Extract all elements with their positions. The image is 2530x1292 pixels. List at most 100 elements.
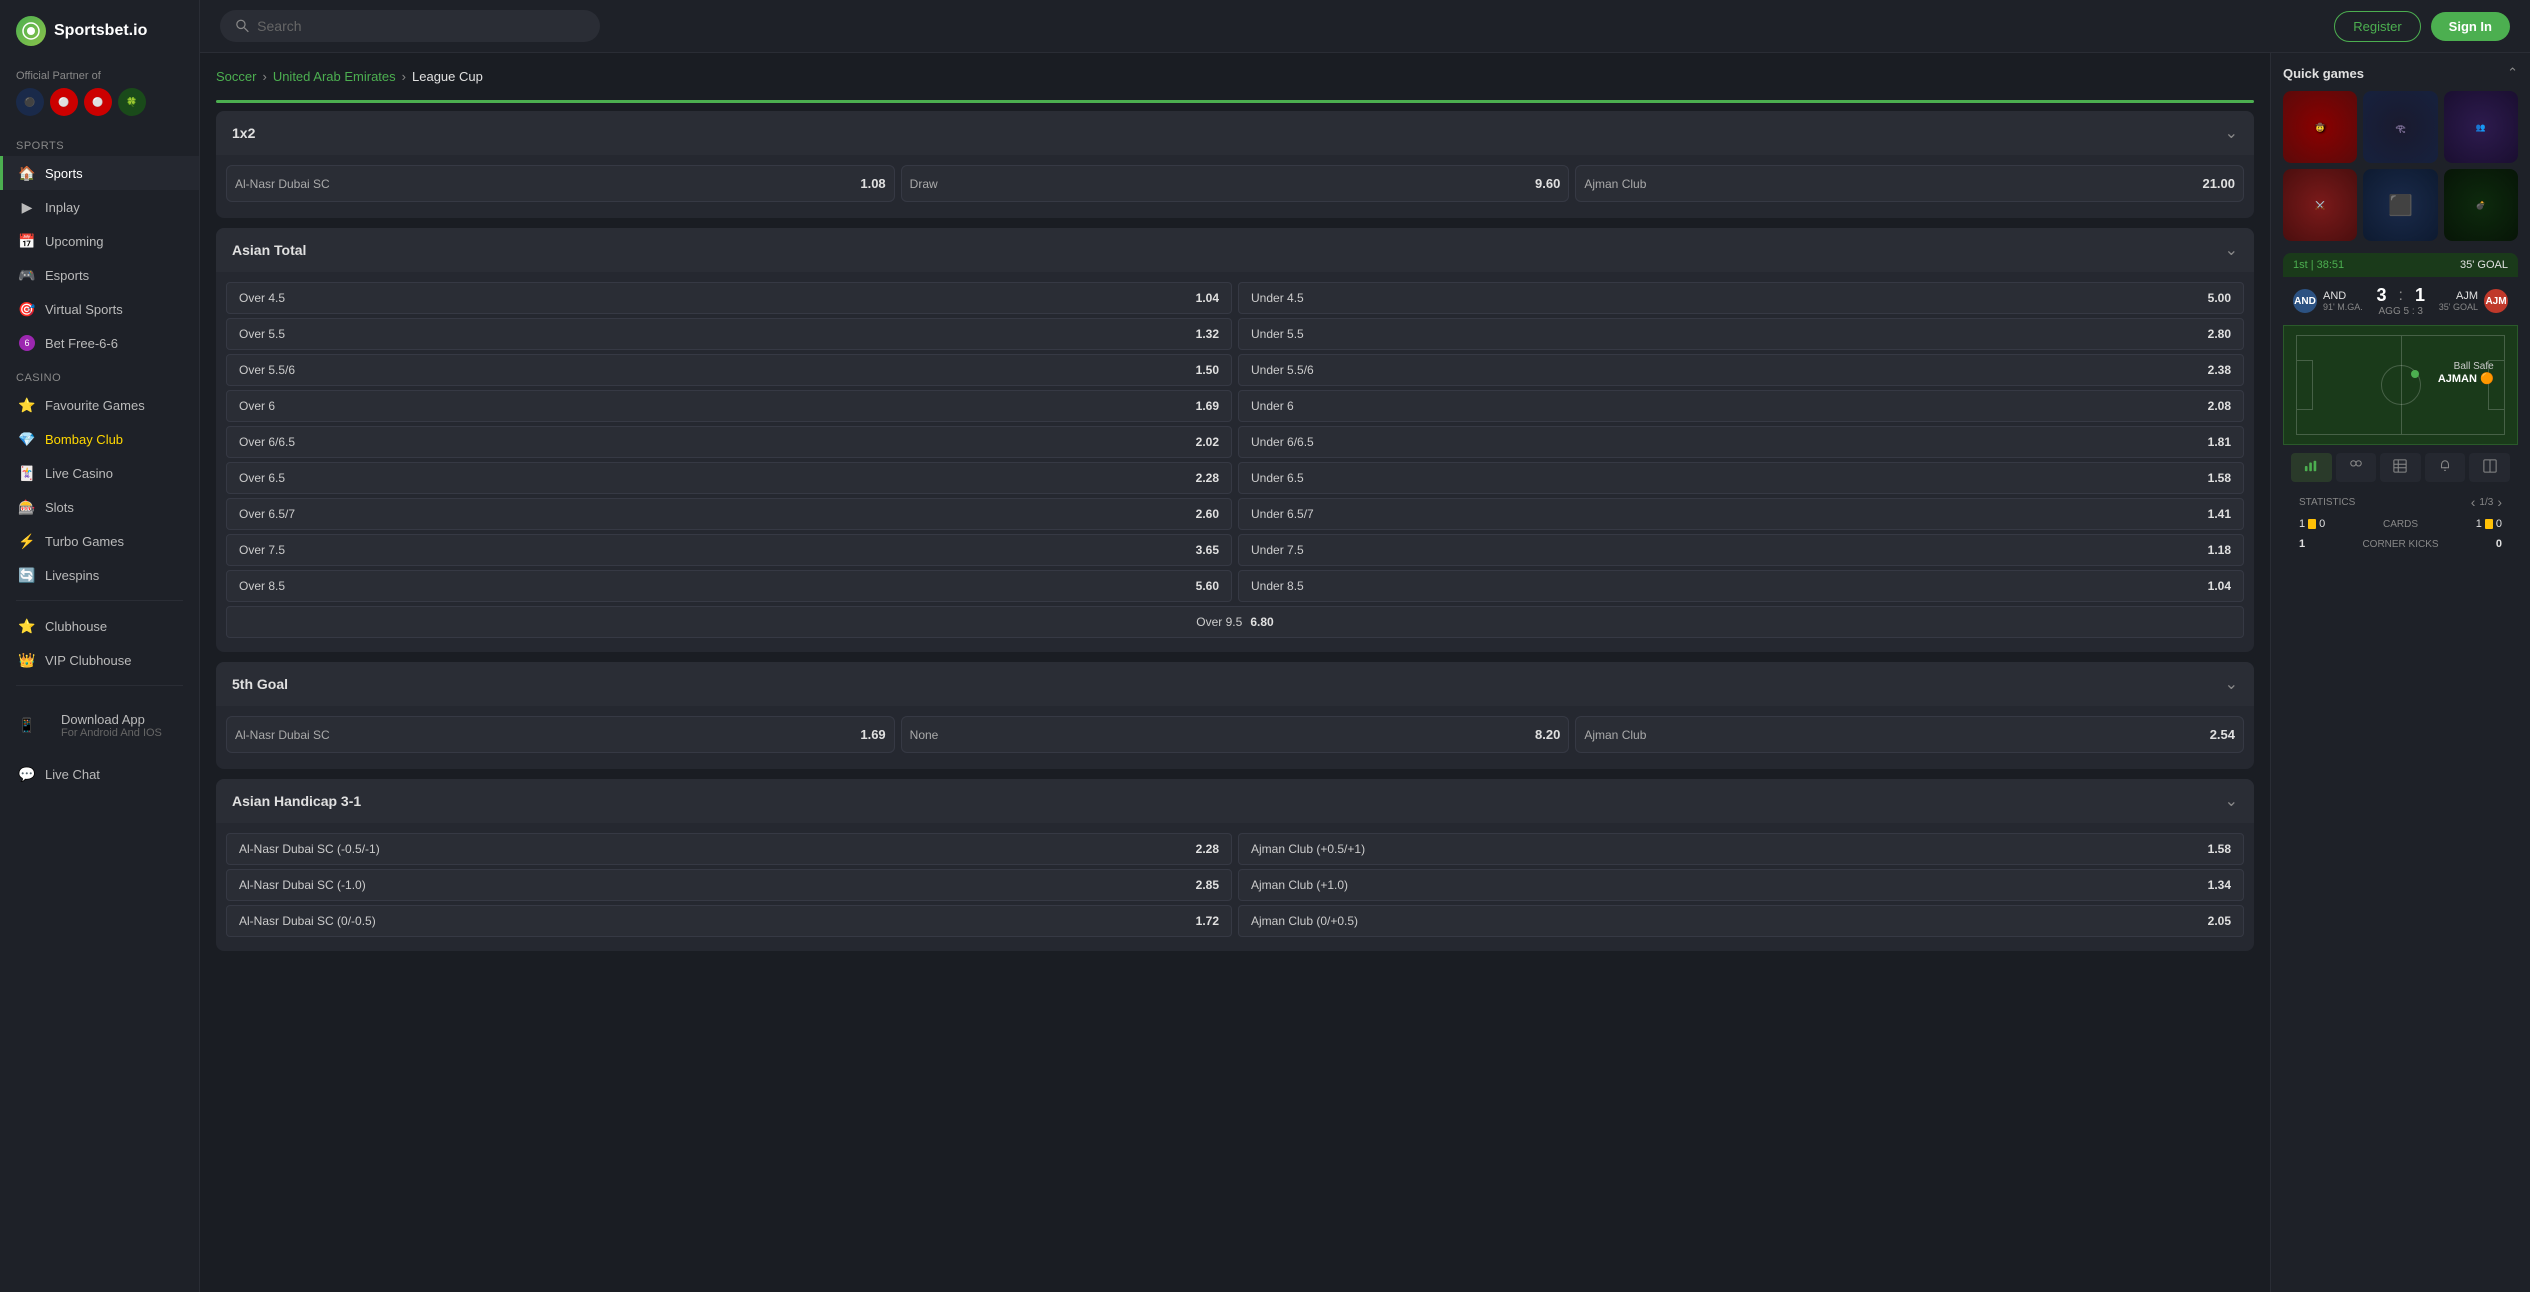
- sidebar-item-virtual[interactable]: 🎯 Virtual Sports: [0, 292, 199, 326]
- live-match-card: 1st | 38:51 35' GOAL AND AND 91' M.GA.: [2283, 253, 2518, 562]
- team2-info: AJM AJM 35' GOAL: [2439, 289, 2508, 313]
- stats-tab-teams[interactable]: [2336, 453, 2377, 482]
- stats-next-button[interactable]: ›: [2497, 494, 2502, 510]
- logo-container[interactable]: Sportsbet.io: [0, 16, 199, 62]
- game-crew[interactable]: 👥: [2444, 91, 2518, 163]
- sidebar-item-livechat[interactable]: 💬 Live Chat: [0, 757, 199, 791]
- bet-5th-none[interactable]: None 8.20: [901, 716, 1570, 753]
- section-asian-handicap-title: Asian Handicap 3-1: [232, 793, 361, 809]
- bet-draw[interactable]: Draw 9.60: [901, 165, 1570, 202]
- game-cubes[interactable]: ⬛: [2363, 169, 2437, 241]
- sidebar-item-livecasino[interactable]: 🃏 Live Casino: [0, 456, 199, 490]
- slots-icon: 🎰: [19, 499, 35, 515]
- bet-5th-away[interactable]: Ajman Club 2.54: [1575, 716, 2244, 753]
- handicap-away-1[interactable]: Ajman Club (+0.5/+1) 1.58: [1238, 833, 2244, 865]
- sidebar-item-betfree[interactable]: 6 Bet Free-6-6: [0, 326, 199, 360]
- sidebar-clubhouse-label: Clubhouse: [45, 619, 107, 634]
- game-gladiator[interactable]: ⚔️: [2283, 169, 2357, 241]
- header-actions: Register Sign In: [2334, 11, 2510, 42]
- team1-cards: 1 0: [2299, 518, 2325, 530]
- sidebar-item-livespins[interactable]: 🔄 Livespins: [0, 558, 199, 592]
- register-button[interactable]: Register: [2334, 11, 2420, 42]
- game-anubis[interactable]: 𓂀: [2363, 91, 2437, 163]
- section-asian-total-header[interactable]: Asian Total ⌄: [216, 228, 2254, 272]
- asian-under-8[interactable]: Under 7.5 1.18: [1238, 534, 2244, 566]
- sidebar-item-download[interactable]: 📱 Download App For Android And IOS: [0, 694, 199, 757]
- asian-over-4[interactable]: Over 6 1.69: [226, 390, 1232, 422]
- asian-under-4[interactable]: Under 6 2.08: [1238, 390, 2244, 422]
- stats-tab-lineup[interactable]: [2469, 453, 2510, 482]
- download-app: Download App For Android And IOS: [45, 703, 178, 748]
- asian-under-6[interactable]: Under 6.5 1.58: [1238, 462, 2244, 494]
- asian-under-2[interactable]: Under 5.5 2.80: [1238, 318, 2244, 350]
- asian-under-5[interactable]: Under 6/6.5 1.81: [1238, 426, 2244, 458]
- betting-area: Soccer › United Arab Emirates › League C…: [200, 53, 2270, 1292]
- search-input[interactable]: [257, 18, 584, 34]
- sidebar-item-sports[interactable]: 🏠 Sports: [0, 156, 199, 190]
- sidebar-item-favourite[interactable]: ⭐ Favourite Games: [0, 388, 199, 422]
- sidebar-item-clubhouse[interactable]: ⭐ Clubhouse: [0, 609, 199, 643]
- team2-yellow-count: 1: [2476, 518, 2482, 530]
- bell-icon: [2438, 459, 2452, 473]
- chevron-down-icon-3: ⌄: [2225, 674, 2238, 694]
- asian-over-3[interactable]: Over 5.5/6 1.50: [226, 354, 1232, 386]
- logo-icon: [16, 16, 46, 46]
- breadcrumb-uae[interactable]: United Arab Emirates: [273, 69, 396, 84]
- breadcrumb-league: League Cup: [412, 69, 483, 84]
- asian-under-9[interactable]: Under 8.5 1.04: [1238, 570, 2244, 602]
- sidebar-item-bombay[interactable]: 💎 Bombay Club: [0, 422, 199, 456]
- asian-under-1[interactable]: Under 4.5 5.00: [1238, 282, 2244, 314]
- bet-home[interactable]: Al-Nasr Dubai SC 1.08: [226, 165, 895, 202]
- livespins-icon: 🔄: [19, 567, 35, 583]
- stats-tab-table[interactable]: [2380, 453, 2421, 482]
- stats-tab-bar[interactable]: [2291, 453, 2332, 482]
- game-mines[interactable]: 💣: [2444, 169, 2518, 241]
- 5th-away-odd: 2.54: [2210, 727, 2235, 742]
- breadcrumb-soccer[interactable]: Soccer: [216, 69, 256, 84]
- sidebar-livecasino-label: Live Casino: [45, 466, 113, 481]
- divider-2: [16, 685, 183, 686]
- asian-over-6[interactable]: Over 6.5 2.28: [226, 462, 1232, 494]
- stats-prev-button[interactable]: ‹: [2471, 494, 2476, 510]
- ball-safe-label: Ball Safe AJMAN 🟠: [2438, 361, 2494, 385]
- sidebar-item-slots[interactable]: 🎰 Slots: [0, 490, 199, 524]
- stats-tab-bell[interactable]: [2425, 453, 2466, 482]
- bet-away[interactable]: Ajman Club 21.00: [1575, 165, 2244, 202]
- section-5th-goal-content: Al-Nasr Dubai SC 1.69 None 8.20 Ajman Cl…: [216, 706, 2254, 769]
- bet-5th-home[interactable]: Al-Nasr Dubai SC 1.69: [226, 716, 895, 753]
- sidebar-item-turbo[interactable]: ⚡ Turbo Games: [0, 524, 199, 558]
- ball-safe-team: AJMAN 🟠: [2438, 372, 2494, 385]
- asian-over-8[interactable]: Over 7.5 3.65: [226, 534, 1232, 566]
- quick-games-title: Quick games: [2283, 66, 2364, 81]
- asian-over-5[interactable]: Over 6/6.5 2.02: [226, 426, 1232, 458]
- section-1x2-header[interactable]: 1x2 ⌄: [216, 111, 2254, 155]
- handicap-home-2[interactable]: Al-Nasr Dubai SC (-1.0) 2.85: [226, 869, 1232, 901]
- asian-over-7[interactable]: Over 6.5/7 2.60: [226, 498, 1232, 530]
- 5th-none-label: None: [910, 728, 939, 742]
- handicap-away-2[interactable]: Ajman Club (+1.0) 1.34: [1238, 869, 2244, 901]
- sidebar: Sportsbet.io Official Partner of ⚫ ⚪ ⚪ 🍀…: [0, 0, 200, 1292]
- signin-button[interactable]: Sign In: [2431, 12, 2510, 41]
- sidebar-item-upcoming[interactable]: 📅 Upcoming: [0, 224, 199, 258]
- vip-icon: 👑: [19, 652, 35, 668]
- section-asian-handicap-header[interactable]: Asian Handicap 3-1 ⌄: [216, 779, 2254, 823]
- sidebar-item-esports[interactable]: 🎮 Esports: [0, 258, 199, 292]
- asian-over-1[interactable]: Over 4.5 1.04: [226, 282, 1232, 314]
- sidebar-betfree-label: Bet Free-6-6: [45, 336, 118, 351]
- asian-under-3[interactable]: Under 5.5/6 2.38: [1238, 354, 2244, 386]
- section-5th-goal-header[interactable]: 5th Goal ⌄: [216, 662, 2254, 706]
- sidebar-item-inplay[interactable]: ▶ Inplay: [0, 190, 199, 224]
- handicap-away-3[interactable]: Ajman Club (0/+0.5) 2.05: [1238, 905, 2244, 937]
- teams-icon: [2349, 459, 2363, 473]
- handicap-home-1[interactable]: Al-Nasr Dubai SC (-0.5/-1) 2.28: [226, 833, 1232, 865]
- search-bar[interactable]: [220, 10, 600, 42]
- asian-over-10[interactable]: Over 9.5 6.80: [226, 606, 2244, 638]
- handicap-row-2: Al-Nasr Dubai SC (-1.0) 2.85 Ajman Club …: [226, 869, 2244, 901]
- game-wanted[interactable]: 🤠: [2283, 91, 2357, 163]
- handicap-home-3[interactable]: Al-Nasr Dubai SC (0/-0.5) 1.72: [226, 905, 1232, 937]
- asian-under-7[interactable]: Under 6.5/7 1.41: [1238, 498, 2244, 530]
- asian-over-9[interactable]: Over 8.5 5.60: [226, 570, 1232, 602]
- sidebar-item-vip[interactable]: 👑 VIP Clubhouse: [0, 643, 199, 677]
- asian-over-2[interactable]: Over 5.5 1.32: [226, 318, 1232, 350]
- 5th-none-odd: 8.20: [1535, 727, 1560, 742]
